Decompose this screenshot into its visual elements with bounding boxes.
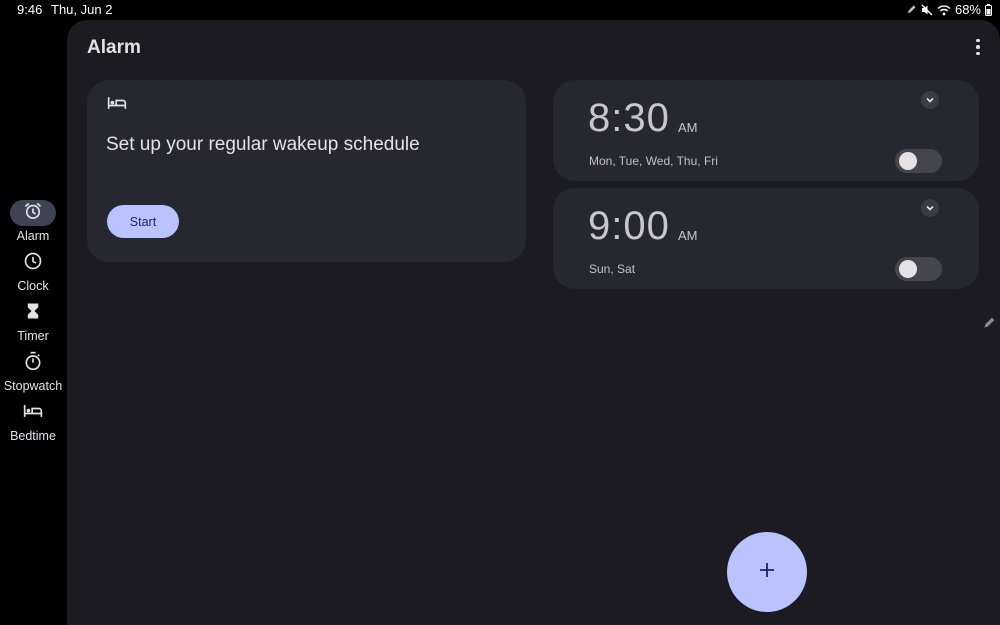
- alarm-ampm: AM: [678, 120, 698, 135]
- hourglass-icon: [24, 302, 42, 325]
- battery-percent: 68%: [954, 2, 981, 17]
- pen-icon: [906, 4, 917, 15]
- battery-icon: [985, 3, 992, 16]
- nav-item-stopwatch[interactable]: Stopwatch: [0, 350, 66, 396]
- add-alarm-button[interactable]: [727, 532, 807, 612]
- wakeup-schedule-text: Set up your regular wakeup schedule: [106, 134, 420, 155]
- toggle-knob: [899, 152, 917, 170]
- status-icons: 68%: [906, 2, 992, 17]
- page-title: Alarm: [87, 37, 141, 58]
- toggle-knob: [899, 260, 917, 278]
- nav-pill: [10, 350, 56, 376]
- nav-pill: [10, 300, 56, 326]
- nav-label-timer: Timer: [17, 329, 49, 343]
- alarm-days: Sun, Sat: [589, 262, 636, 276]
- nav-item-alarm[interactable]: Alarm: [0, 200, 66, 246]
- clock-icon: [23, 251, 43, 276]
- bed-icon: [23, 403, 43, 424]
- nav-label-clock: Clock: [17, 279, 49, 293]
- wifi-icon: [937, 4, 951, 16]
- chevron-down-icon[interactable]: [921, 199, 939, 217]
- start-button[interactable]: Start: [107, 205, 179, 238]
- alarm-time[interactable]: 9:00: [588, 204, 670, 248]
- chevron-down-icon[interactable]: [921, 91, 939, 109]
- status-bar: 9:46 Thu, Jun 2 68%: [0, 0, 1000, 20]
- main-surface: Alarm Set up your regular wakeup schedul…: [67, 20, 1000, 625]
- nav-pill: [10, 400, 56, 426]
- alarm-time[interactable]: 8:30: [588, 96, 670, 140]
- mute-icon: [921, 4, 933, 16]
- nav-label-stopwatch: Stopwatch: [3, 379, 63, 393]
- alarm-card[interactable]: 8:30 AM Mon, Tue, Wed, Thu, Fri: [553, 80, 979, 181]
- nav-item-bedtime[interactable]: Bedtime: [0, 400, 66, 446]
- wakeup-schedule-card: Set up your regular wakeup schedule Star…: [87, 80, 526, 262]
- alarm-icon: [23, 201, 43, 226]
- status-date: Thu, Jun 2: [51, 2, 113, 17]
- bed-icon: [107, 95, 127, 116]
- edge-pen-icon[interactable]: [982, 316, 996, 335]
- more-vert-icon[interactable]: [970, 37, 986, 57]
- nav-item-clock[interactable]: Clock: [0, 250, 66, 296]
- alarm-toggle[interactable]: [895, 149, 942, 173]
- alarm-toggle[interactable]: [895, 257, 942, 281]
- status-time: 9:46: [17, 2, 43, 17]
- alarm-card[interactable]: 9:00 AM Sun, Sat: [553, 188, 979, 289]
- nav-label-bedtime: Bedtime: [10, 429, 56, 443]
- alarm-days: Mon, Tue, Wed, Thu, Fri: [589, 154, 718, 168]
- nav-pill: [10, 200, 56, 226]
- nav-label-alarm: Alarm: [16, 229, 50, 243]
- nav-pill: [10, 250, 56, 276]
- stopwatch-icon: [23, 351, 43, 376]
- alarm-ampm: AM: [678, 228, 698, 243]
- add-icon: [759, 562, 775, 583]
- nav-item-timer[interactable]: Timer: [0, 300, 66, 346]
